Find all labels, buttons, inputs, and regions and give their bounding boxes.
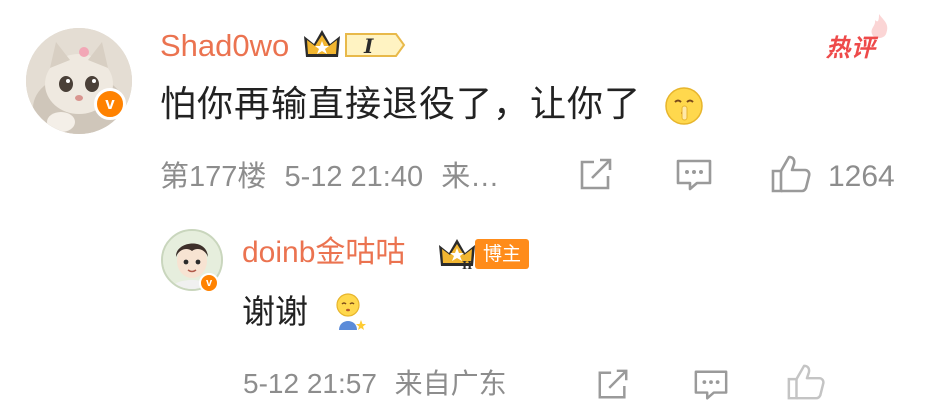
comment-location: 来… — [441, 161, 500, 193]
reply-button[interactable] — [675, 158, 713, 196]
reply-meta: 5-12 21:57 来自广东 — [243, 365, 507, 403]
reply-verified-icon: v — [199, 273, 219, 293]
share-icon — [598, 369, 628, 399]
comment-meta: 第177楼 5-12 21:40 来… — [160, 158, 499, 196]
comment-icon — [676, 159, 712, 191]
reply-time: 5-12 21:57 — [243, 368, 377, 399]
reply-crown-icon: II — [437, 236, 477, 274]
crown-icon: I — [302, 27, 406, 67]
emoji-pray-icon — [334, 292, 368, 336]
floor-number: 第177楼 — [160, 161, 267, 193]
like-button[interactable] — [770, 154, 812, 198]
comment-time: 5-12 21:40 — [284, 161, 424, 193]
verified-icon: v — [94, 88, 126, 120]
share-icon — [580, 158, 612, 190]
reply-like-button[interactable] — [786, 362, 826, 406]
comment-username[interactable]: Shad0wo — [160, 26, 289, 66]
reply-share-button[interactable] — [596, 368, 630, 406]
reply-text: 谢谢 — [242, 292, 308, 331]
reply-location: 来自广东 — [394, 368, 507, 399]
blogger-tag: 博主 — [475, 239, 530, 269]
like-count: 1264 — [828, 160, 895, 193]
comment-icon — [694, 370, 728, 400]
emoji-shush-icon — [664, 86, 704, 130]
share-button[interactable] — [578, 158, 614, 196]
comment-text-content: 怕你再输直接退役了，让你了 — [160, 84, 642, 125]
comment-text: 怕你再输直接退役了，让你了 — [160, 82, 641, 128]
reply-comment-button[interactable] — [693, 368, 729, 406]
like-icon — [787, 364, 825, 400]
level-badge: I — [363, 34, 374, 58]
hot-comment-badge: 热评 — [826, 34, 876, 62]
reply-level-badge: II — [462, 259, 472, 270]
like-icon — [771, 155, 811, 193]
reply-username[interactable]: doinb金咕咕 — [242, 233, 405, 273]
